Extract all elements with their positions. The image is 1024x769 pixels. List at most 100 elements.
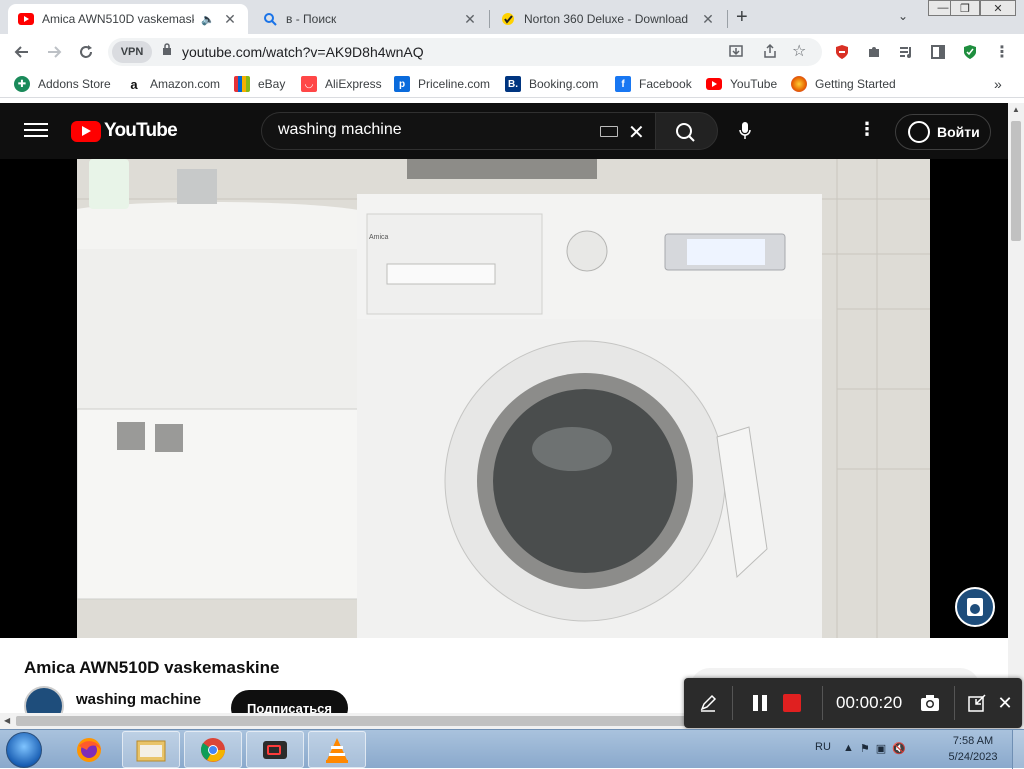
extensions-puzzle-icon[interactable] [862, 40, 886, 64]
bookmark-label: eBay [258, 77, 286, 91]
tab-search-chevron-icon[interactable]: ⌄ [898, 9, 908, 23]
network-icon[interactable]: ▣ [876, 742, 886, 755]
chrome-taskbar-icon[interactable] [184, 731, 242, 768]
youtube-page: YouTube ✕ ⋮ Войти [0, 103, 1008, 713]
flag-notification-icon[interactable]: ⚑ [860, 742, 870, 755]
bookmark-aliexpress[interactable]: ◡ AliExpress [301, 75, 382, 93]
bookmark-priceline[interactable]: p Priceline.com [394, 75, 490, 93]
back-arrow-icon[interactable] [10, 40, 34, 64]
tab-close-icon[interactable]: ✕ [700, 11, 716, 28]
video-frame[interactable]: Amica [77, 159, 930, 638]
lock-icon[interactable] [162, 43, 172, 58]
hamburger-menu-icon[interactable] [22, 119, 50, 143]
new-tab-button[interactable]: + [736, 6, 748, 29]
subscribe-button[interactable]: Подписаться [231, 690, 349, 713]
close-recorder-icon[interactable]: ✕ [993, 691, 1017, 715]
install-icon[interactable] [728, 43, 744, 62]
side-panel-icon[interactable] [926, 40, 950, 64]
youtube-play-logo-icon [71, 120, 101, 142]
search-input[interactable] [278, 121, 578, 139]
system-tray: ▲ ⚑ ▣ 🔇 [843, 742, 906, 755]
clock-time: 7:58 AM [952, 735, 994, 747]
channel-avatar[interactable] [24, 686, 64, 713]
volume-muted-icon[interactable]: 🔇 [892, 742, 906, 755]
tab-norton[interactable]: Norton 360 Deluxe - Download ✕ [490, 4, 726, 34]
media-control-icon[interactable] [894, 40, 918, 64]
bookmark-label: Booking.com [529, 77, 599, 91]
url-text[interactable]: youtube.com/watch?v=AK9D8h4wnAQ [182, 44, 424, 60]
tab-search[interactable]: в - Поиск ✕ [252, 4, 488, 34]
start-button[interactable] [6, 732, 42, 768]
pen-annotate-icon[interactable] [696, 691, 720, 715]
firefox-icon [791, 76, 807, 92]
bookmark-label: Getting Started [815, 77, 896, 91]
reload-icon[interactable] [74, 40, 98, 64]
screenshot-camera-icon[interactable] [918, 691, 942, 715]
more-options-icon[interactable]: ⋮ [855, 119, 879, 140]
minimize-recorder-icon[interactable] [965, 691, 989, 715]
bookmark-amazon[interactable]: a Amazon.com [126, 75, 220, 93]
ebay-icon [234, 76, 250, 92]
restore-button[interactable]: ❐ [950, 0, 980, 16]
clear-search-icon[interactable]: ✕ [628, 120, 645, 145]
bookmark-star-icon[interactable]: ☆ [792, 41, 806, 61]
vpn-badge[interactable]: VPN [112, 41, 152, 63]
amazon-icon: a [126, 76, 142, 92]
tab-close-icon[interactable]: ✕ [462, 11, 478, 28]
puzzle-icon: ✚ [14, 76, 30, 92]
washing-machine-video-still: Amica [77, 159, 930, 638]
search-box[interactable]: ✕ [261, 112, 655, 150]
clock-date: 5/24/2023 [948, 751, 998, 763]
video-player[interactable]: Amica [0, 159, 1008, 638]
norton-favicon-icon [500, 11, 516, 27]
keyboard-icon[interactable] [600, 126, 618, 137]
youtube-logo[interactable]: YouTube [71, 120, 178, 142]
tab-youtube[interactable]: Amica AWN510D vaskemaskine 🔈 ✕ [8, 4, 248, 34]
channel-name[interactable]: washing machine [76, 691, 201, 708]
firefox-taskbar-icon[interactable] [60, 731, 118, 768]
adblock-extension-icon[interactable] [830, 40, 854, 64]
security-shield-icon[interactable] [958, 40, 982, 64]
tray-expand-icon[interactable]: ▲ [843, 742, 854, 755]
file-explorer-taskbar-icon[interactable] [122, 731, 180, 768]
tab-close-icon[interactable]: ✕ [222, 11, 238, 28]
browser-menu-icon[interactable]: ⋮ [990, 40, 1014, 64]
voice-search-mic-icon[interactable] [727, 113, 763, 149]
address-bar[interactable]: VPN youtube.com/watch?v=AK9D8h4wnAQ ☆ [108, 38, 822, 66]
booking-icon: B. [505, 76, 521, 92]
bookmarks-overflow-button[interactable]: » [994, 75, 1002, 93]
bookmark-youtube[interactable]: YouTube [706, 75, 777, 93]
search-button[interactable] [655, 112, 718, 150]
bookmark-ebay[interactable]: eBay [234, 75, 285, 93]
show-desktop-button[interactable] [1012, 730, 1024, 769]
language-indicator[interactable]: RU [815, 741, 831, 753]
system-clock[interactable]: 7:58 AM 5/24/2023 [940, 733, 1006, 765]
bookmark-facebook[interactable]: f Facebook [615, 75, 692, 93]
windows-taskbar: RU ▲ ⚑ ▣ 🔇 7:58 AM 5/24/2023 [0, 729, 1024, 769]
scroll-left-arrow-icon[interactable]: ◀ [4, 716, 10, 725]
stop-record-icon[interactable] [780, 691, 804, 715]
video-title: Amica AWN510D vaskemaskine [24, 658, 280, 677]
recorder-divider [822, 686, 823, 720]
vertical-scrollbar[interactable]: ▲ [1008, 103, 1024, 713]
vlc-taskbar-icon[interactable] [308, 731, 366, 768]
bookmark-addons-store[interactable]: ✚ Addons Store [14, 75, 111, 93]
share-icon[interactable] [762, 43, 778, 62]
signin-button[interactable]: Войти [895, 114, 991, 150]
facebook-icon: f [615, 76, 631, 92]
tab-strip: Amica AWN510D vaskemaskine 🔈 ✕ в - Поиск… [0, 0, 1024, 34]
youtube-header: YouTube ✕ ⋮ Войти [0, 103, 1008, 159]
bookmark-booking[interactable]: B. Booking.com [505, 75, 598, 93]
tab-title: в - Поиск [286, 12, 337, 26]
bookmark-getting-started[interactable]: Getting Started [791, 75, 896, 93]
close-window-button[interactable]: ✕ [980, 0, 1016, 16]
pause-icon[interactable] [748, 691, 772, 715]
priceline-icon: p [394, 76, 410, 92]
tab-audio-icon[interactable]: 🔈 [200, 13, 216, 26]
vertical-scroll-thumb[interactable] [1011, 121, 1021, 241]
scroll-up-arrow-icon[interactable]: ▲ [1012, 105, 1020, 114]
signin-label: Войти [937, 124, 980, 140]
forward-arrow-icon[interactable] [42, 40, 66, 64]
screen-recorder-taskbar-icon[interactable] [246, 731, 304, 768]
channel-watermark-avatar[interactable] [955, 587, 995, 627]
